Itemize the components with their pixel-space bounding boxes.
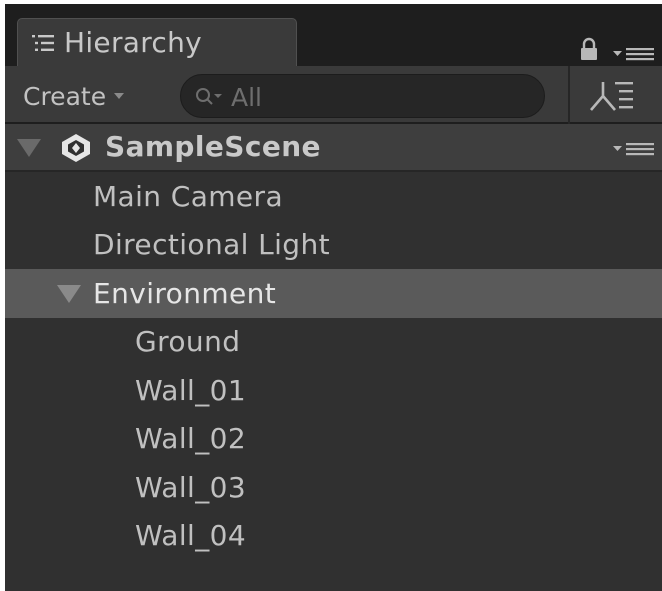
tab-bar: Hierarchy <box>5 4 662 66</box>
item-label: Main Camera <box>93 179 284 213</box>
scene-name: SampleScene <box>105 130 321 163</box>
item-label: Directional Light <box>93 228 331 262</box>
list-icon <box>32 35 54 51</box>
search-input[interactable] <box>229 79 523 115</box>
scene-menu-icon[interactable] <box>613 141 655 157</box>
hierarchy-item-directional-light[interactable]: Directional Light <box>5 221 662 270</box>
menu-icon[interactable] <box>613 46 655 62</box>
lock-icon[interactable] <box>580 37 598 61</box>
hierarchy-filter-icon[interactable] <box>585 76 637 116</box>
hierarchy-window: Hierarchy Create All SampleScene Main Ca… <box>5 4 662 591</box>
toolbar: Create <box>5 66 662 124</box>
fold-arrow-icon[interactable] <box>57 285 81 303</box>
item-label: Wall_04 <box>135 519 247 553</box>
fold-arrow-icon[interactable] <box>17 139 41 157</box>
hierarchy-item-wall-02[interactable]: Wall_02 <box>5 415 662 464</box>
item-label: Wall_02 <box>135 422 247 456</box>
item-label: Environment <box>93 276 277 310</box>
item-label: Ground <box>135 325 241 359</box>
unity-icon <box>62 134 90 162</box>
hierarchy-tree: SampleScene Main Camera Directional Ligh… <box>5 124 662 560</box>
item-label: Wall_03 <box>135 470 247 504</box>
hierarchy-item-wall-04[interactable]: Wall_04 <box>5 512 662 561</box>
caret-down-icon <box>114 93 125 99</box>
hierarchy-item-environment[interactable]: Environment <box>5 269 662 318</box>
toolbar-divider <box>568 66 570 124</box>
search-field[interactable] <box>180 74 545 118</box>
item-label: Wall_01 <box>135 373 247 407</box>
hierarchy-item-wall-01[interactable]: Wall_01 <box>5 366 662 415</box>
create-label: Create <box>23 81 107 111</box>
hierarchy-item-wall-03[interactable]: Wall_03 <box>5 463 662 512</box>
scene-header[interactable]: SampleScene <box>5 124 662 172</box>
hierarchy-item-ground[interactable]: Ground <box>5 318 662 367</box>
tab-hierarchy[interactable]: Hierarchy <box>17 18 297 66</box>
search-icon <box>196 88 222 105</box>
hierarchy-item-main-camera[interactable]: Main Camera <box>5 172 662 221</box>
tab-label: Hierarchy <box>64 26 203 59</box>
create-button[interactable]: Create <box>23 76 125 116</box>
